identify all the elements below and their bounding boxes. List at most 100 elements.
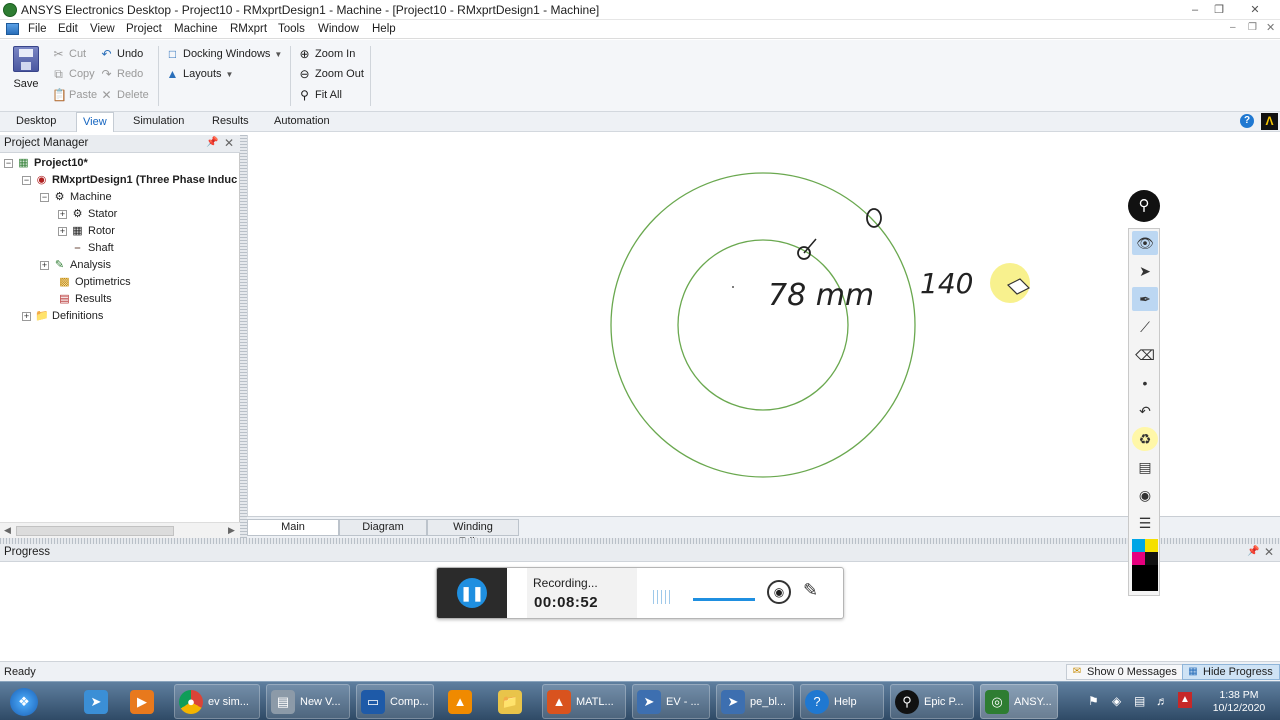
pin-icon[interactable]: 📌: [1247, 546, 1259, 557]
menu-help[interactable]: Help: [372, 23, 396, 35]
menu-window[interactable]: Window: [318, 23, 359, 35]
tree-item-project[interactable]: − ▦ Project10*: [4, 155, 88, 171]
eye-icon[interactable]: 👁: [1132, 231, 1158, 255]
tree-item-design[interactable]: − ◉ RMxprtDesign1 (Three Phase Induc: [22, 172, 237, 188]
tree-item-machine[interactable]: − ⚙ Machine: [40, 189, 112, 205]
save-button[interactable]: Save: [8, 46, 44, 100]
taskbar-item-pe[interactable]: ➤ pe_bl...: [716, 684, 794, 719]
machine-canvas[interactable]: 78 mm 140: [247, 135, 1280, 516]
whiteboard-icon[interactable]: ▤: [1132, 455, 1158, 479]
tree-item-results[interactable]: ▤ Results: [58, 291, 111, 307]
volume-slider[interactable]: [693, 598, 755, 601]
taskbar-item-new[interactable]: ▤ New V...: [266, 684, 350, 719]
taskbar-clock[interactable]: 1:38 PM 10/12/2020: [1206, 689, 1272, 715]
tab-main[interactable]: Main: [247, 519, 339, 536]
menu-edit[interactable]: Edit: [58, 23, 78, 35]
layouts-button[interactable]: ▲ Layouts ▼: [166, 65, 234, 83]
eraser-icon[interactable]: ⌫: [1132, 343, 1158, 367]
clear-icon[interactable]: ♻: [1132, 427, 1158, 451]
close-panel-icon[interactable]: ✕: [1264, 545, 1274, 559]
close-panel-icon[interactable]: ✕: [224, 136, 234, 150]
mdi-close-icon[interactable]: ✕: [1266, 21, 1275, 34]
close-button[interactable]: ✕: [1242, 1, 1268, 19]
expand-icon[interactable]: +: [40, 260, 49, 270]
arrow-cursor-icon[interactable]: ➤: [1132, 259, 1158, 283]
taskbar-media-player[interactable]: ▶: [126, 684, 160, 719]
collapse-icon[interactable]: −: [22, 175, 31, 185]
taskbar-pinned-app[interactable]: ➤: [80, 684, 114, 719]
flag-icon[interactable]: ⚑: [1088, 694, 1099, 708]
menu-tools[interactable]: Tools: [278, 23, 305, 35]
menu-machine[interactable]: Machine: [174, 23, 217, 35]
color-black-small[interactable]: [1145, 552, 1158, 565]
pen-icon[interactable]: ✎: [803, 580, 818, 601]
volume-icon[interactable]: ♬: [1156, 694, 1168, 708]
paste-button[interactable]: 📋 Paste: [52, 86, 97, 104]
taskbar-item-ev[interactable]: ➤ EV - ...: [632, 684, 710, 719]
taskbar-vlc[interactable]: ▲: [444, 684, 478, 719]
tree-item-stator[interactable]: + ⚙ Stator: [58, 206, 117, 222]
minimize-button[interactable]: –: [1182, 1, 1208, 19]
clipboard-icon[interactable]: ☰: [1132, 511, 1158, 535]
taskbar-item-help[interactable]: ? Help: [800, 684, 884, 719]
taskbar-item-ansys[interactable]: ◎ ANSY...: [980, 684, 1058, 719]
taskbar-item-matlab[interactable]: ▲ MATL...: [542, 684, 626, 719]
vertical-splitter[interactable]: [240, 135, 247, 538]
color-cyan[interactable]: [1132, 539, 1145, 552]
zoom-in-button[interactable]: ⊕ Zoom In: [298, 45, 355, 63]
tree-item-analysis[interactable]: + ✎ Analysis: [40, 257, 111, 273]
mdi-minimize-icon[interactable]: –: [1230, 22, 1236, 33]
tab-simulation[interactable]: Simulation: [127, 112, 190, 132]
color-magenta[interactable]: [1132, 552, 1145, 565]
document-icon[interactable]: [6, 23, 19, 35]
menu-rmxprt[interactable]: RMxprt: [230, 23, 267, 35]
docking-windows-button[interactable]: □ Docking Windows ▼: [166, 45, 282, 63]
scroll-left-icon[interactable]: ◀: [4, 525, 11, 536]
tree-item-rotor[interactable]: + ▦ Rotor: [58, 223, 115, 239]
hide-progress-button[interactable]: ▦ Hide Progress: [1182, 664, 1280, 680]
taskbar-folder[interactable]: 📁: [494, 684, 528, 719]
scrollbar-thumb[interactable]: [16, 526, 174, 536]
undo-button[interactable]: ↶ Undo: [100, 45, 143, 63]
tree-item-definitions[interactable]: + 📁 Definitions: [22, 308, 103, 324]
help-icon[interactable]: ?: [1240, 114, 1254, 128]
delete-button[interactable]: ✕ Delete: [100, 86, 148, 104]
tab-view[interactable]: View: [76, 112, 114, 132]
fit-all-button[interactable]: ⚲ Fit All: [298, 86, 342, 104]
color-palette[interactable]: [1132, 539, 1158, 591]
network-icon[interactable]: ▤: [1134, 694, 1145, 708]
taskbar-item-chrome[interactable]: ● ev sim...: [174, 684, 260, 719]
menu-project[interactable]: Project: [126, 23, 162, 35]
start-button[interactable]: ❖: [4, 684, 42, 719]
expand-icon[interactable]: +: [58, 226, 67, 236]
dot-icon[interactable]: •: [1132, 371, 1158, 395]
horizontal-scrollbar[interactable]: ◀ ▶: [0, 522, 240, 538]
expand-icon[interactable]: +: [58, 209, 67, 219]
tree-item-optimetrics[interactable]: ▩ Optimetrics: [58, 274, 130, 290]
webcam-icon[interactable]: ◉: [767, 580, 791, 604]
tab-diagram[interactable]: Diagram: [339, 519, 427, 536]
menu-view[interactable]: View: [90, 23, 115, 35]
show-messages-button[interactable]: ✉ Show 0 Messages: [1066, 664, 1184, 680]
pin-icon[interactable]: 📌: [206, 137, 218, 148]
tab-automation[interactable]: Automation: [268, 112, 336, 132]
tree-item-shaft[interactable]: ⎯ Shaft: [71, 240, 114, 256]
mdi-restore-icon[interactable]: ❐: [1248, 22, 1257, 33]
menu-file[interactable]: File: [28, 23, 47, 35]
tray-app-icon[interactable]: ◈: [1112, 694, 1121, 708]
cut-button[interactable]: ✂ Cut: [52, 45, 86, 63]
collapse-icon[interactable]: −: [4, 158, 13, 168]
taskbar-item-comp[interactable]: ▭ Comp...: [356, 684, 434, 719]
marker-icon[interactable]: ✒: [1132, 287, 1158, 311]
tab-winding-editor[interactable]: Winding Editor: [427, 519, 519, 548]
pen-tool-logo-icon[interactable]: ⚲: [1128, 190, 1160, 222]
color-black[interactable]: [1132, 565, 1158, 591]
pause-button[interactable]: ❚❚: [457, 578, 487, 608]
copy-button[interactable]: ⧉ Copy: [52, 65, 94, 83]
line-icon[interactable]: ⟋: [1132, 315, 1158, 339]
redo-button[interactable]: ↷ Redo: [100, 65, 143, 83]
tab-desktop[interactable]: Desktop: [10, 112, 62, 132]
camera-icon[interactable]: ◉: [1132, 483, 1158, 507]
scroll-right-icon[interactable]: ▶: [228, 525, 235, 536]
zoom-out-button[interactable]: ⊖ Zoom Out: [298, 65, 363, 83]
